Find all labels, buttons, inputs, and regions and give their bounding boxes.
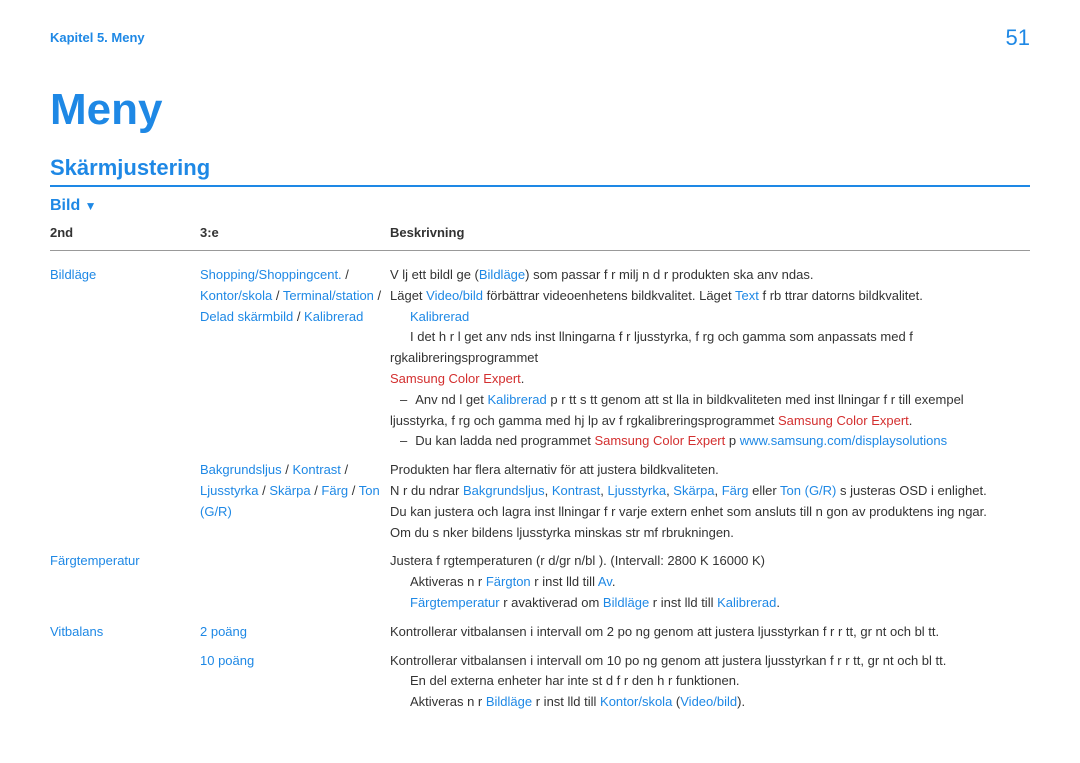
chapter-label: Kapitel 5. Meny (50, 30, 1030, 45)
cell-2nd: Vitbalans (50, 618, 200, 647)
option: Kalibrerad (304, 309, 363, 324)
col-3rd: 3:e (200, 221, 390, 244)
chevron-down-icon: ▼ (85, 199, 97, 213)
option: Shopping/Shoppingcent. (200, 267, 342, 282)
page-title: Meny (50, 85, 1030, 135)
table-header-row: 2nd 3:e Beskrivning (50, 221, 1030, 244)
table-row: Bakgrundsljus / Kontrast / Ljusstyrka / … (50, 456, 1030, 547)
subsection-title: Bild ▼ (50, 197, 1030, 215)
subsection-label: Bild (50, 197, 80, 214)
cell-3rd: 2 poäng (200, 618, 390, 647)
col-desc: Beskrivning (390, 221, 1030, 244)
cell-3rd (200, 547, 390, 617)
option: Kontor/skola (200, 288, 272, 303)
cell-2nd: Bildläge (50, 261, 200, 456)
settings-table: 2nd 3:e Beskrivning Bildläge Shopping/Sh… (50, 221, 1030, 717)
option: Bakgrundsljus (200, 462, 282, 477)
cell-desc: Kontrollerar vitbalansen i intervall om … (390, 618, 1030, 647)
option: Skärpa (269, 483, 310, 498)
cell-desc: Produkten har flera alternativ för att j… (390, 456, 1030, 547)
option: Färg (321, 483, 348, 498)
cell-desc: Kontrollerar vitbalansen i intervall om … (390, 647, 1030, 717)
cell-desc: V lj ett bildl ge (Bildläge) som passar … (390, 261, 1030, 456)
cell-2nd (50, 647, 200, 717)
option: Terminal/station (283, 288, 374, 303)
cell-3rd: 10 poäng (200, 647, 390, 717)
dash-icon (390, 392, 415, 407)
table-row: 10 poäng Kontrollerar vitbalansen i inte… (50, 647, 1030, 717)
section-title: Skärmjustering (50, 155, 1030, 181)
dash-icon (390, 433, 415, 448)
cell-3rd: Shopping/Shoppingcent. / Kontor/skola / … (200, 261, 390, 456)
table-row: Bildläge Shopping/Shoppingcent. / Kontor… (50, 261, 1030, 456)
option: Ljusstyrka (200, 483, 259, 498)
option: Delad skärmbild (200, 309, 293, 324)
cell-desc: Justera f rgtemperaturen (r d/gr n/bl ).… (390, 547, 1030, 617)
cell-3rd: Bakgrundsljus / Kontrast / Ljusstyrka / … (200, 456, 390, 547)
divider-blue (50, 185, 1030, 187)
page-number: 51 (1006, 25, 1030, 51)
divider-gray (50, 250, 1030, 251)
cell-2nd (50, 456, 200, 547)
table-row: Vitbalans 2 poäng Kontrollerar vitbalans… (50, 618, 1030, 647)
col-2nd: 2nd (50, 221, 200, 244)
cell-2nd: Färgtemperatur (50, 547, 200, 617)
table-row: Färgtemperatur Justera f rgtemperaturen … (50, 547, 1030, 617)
link[interactable]: www.samsung.com/displaysolutions (740, 433, 947, 448)
option: Kontrast (293, 462, 341, 477)
